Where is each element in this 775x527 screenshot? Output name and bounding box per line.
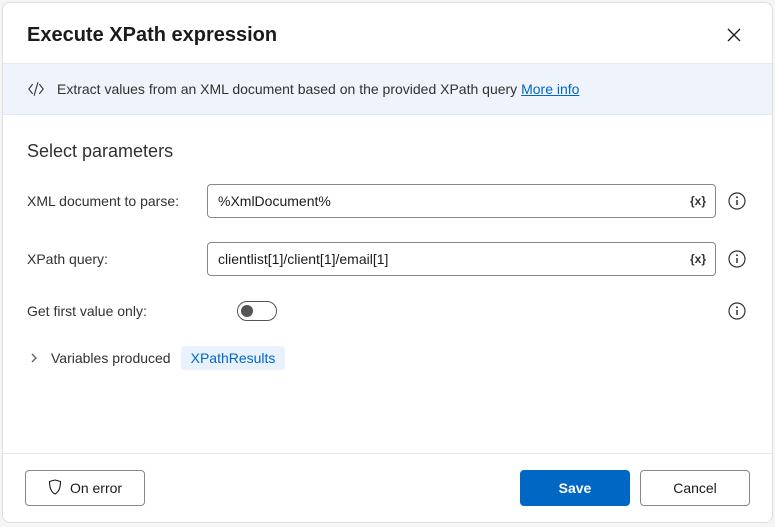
section-title: Select parameters [27,141,748,162]
chevron-right-icon [29,353,39,363]
info-icon-button[interactable] [726,248,748,270]
close-button[interactable] [720,21,748,49]
dialog: Execute XPath expression Extract values … [2,2,773,523]
shield-icon [48,479,62,498]
info-icon-button[interactable] [726,190,748,212]
expand-variables-button[interactable] [27,351,41,365]
first-value-only-toggle[interactable] [237,301,277,321]
banner-text: Extract values from an XML document base… [57,81,521,97]
xpath-query-input-wrap: {x} [207,242,716,276]
on-error-button[interactable]: On error [25,470,145,506]
dialog-title: Execute XPath expression [27,24,277,47]
info-icon-button[interactable] [726,300,748,322]
save-button[interactable]: Save [520,470,630,506]
dialog-footer: On error Save Cancel [3,453,772,522]
xpath-query-label: XPath query: [27,251,207,267]
xpath-query-field: {x} [207,242,748,276]
xml-document-input[interactable] [208,185,715,217]
footer-right: Save Cancel [520,470,750,506]
on-error-label: On error [70,480,122,496]
banner-text-wrap: Extract values from an XML document base… [57,81,579,97]
xpath-query-input[interactable] [208,243,715,275]
toggle-knob [241,305,253,317]
info-banner: Extract values from an XML document base… [3,63,772,115]
dialog-header: Execute XPath expression [3,3,772,63]
field-xpath-query: XPath query: {x} [27,242,748,276]
first-value-only-field [237,300,748,322]
cancel-button[interactable]: Cancel [640,470,750,506]
field-xml-document: XML document to parse: {x} [27,184,748,218]
content: Select parameters XML document to parse:… [3,115,772,453]
variables-produced-label: Variables produced [51,350,171,366]
code-icon [27,80,45,98]
insert-variable-button[interactable]: {x} [685,246,711,272]
first-value-only-label: Get first value only: [27,303,237,319]
insert-variable-button[interactable]: {x} [685,188,711,214]
variables-produced-row: Variables produced XPathResults [27,346,748,370]
more-info-link[interactable]: More info [521,81,579,97]
xml-document-input-wrap: {x} [207,184,716,218]
info-icon [728,302,746,320]
xml-document-field: {x} [207,184,748,218]
info-icon [728,192,746,210]
info-icon [728,250,746,268]
close-icon [727,28,741,42]
xml-document-label: XML document to parse: [27,193,207,209]
variable-chip-xpathresults[interactable]: XPathResults [181,346,286,370]
field-first-value-only: Get first value only: [27,300,748,322]
